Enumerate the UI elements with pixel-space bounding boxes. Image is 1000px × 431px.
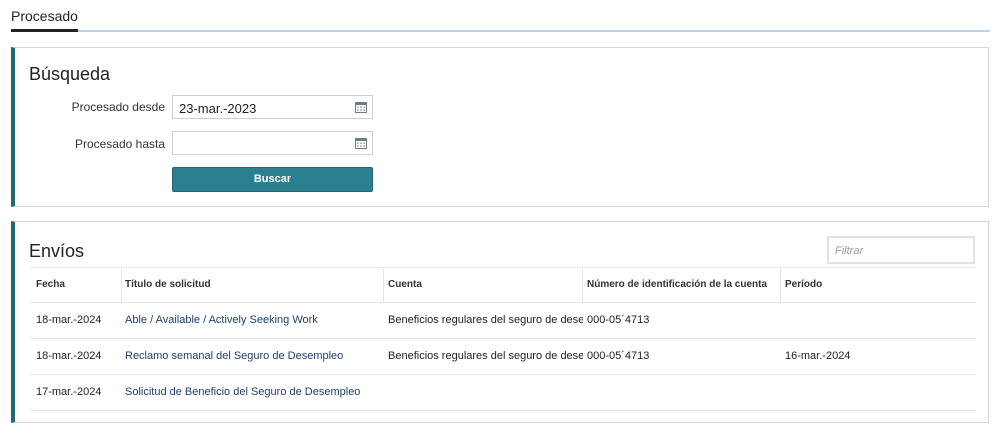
desde-date-value: 23-mar.-2023 <box>179 101 257 116</box>
cell-fecha: 18-mar.-2024 <box>36 314 102 326</box>
cell-fecha: 17-mar.-2024 <box>36 386 102 398</box>
calendar-icon[interactable] <box>355 101 367 113</box>
cell-fecha: 18-mar.-2024 <box>36 350 102 362</box>
tab-bar-divider <box>78 30 990 32</box>
search-panel-title: Búsqueda <box>29 64 111 84</box>
envios-panel: Envíos Filtrar Fecha Título de solicitud… <box>11 221 989 423</box>
column-header-titulo[interactable]: Título de solicitud <box>125 268 387 302</box>
cell-periodo: 16-mar.-2024 <box>785 350 851 362</box>
tab-bar: Procesado <box>0 0 1000 34</box>
cell-numero: 000-05´4713 <box>587 314 650 326</box>
search-panel: Búsqueda Procesado desde 23-mar.-2023 Pr… <box>11 47 989 207</box>
tab-active-indicator <box>11 29 78 32</box>
column-divider <box>383 268 384 302</box>
hasta-date-field[interactable] <box>172 131 373 155</box>
column-divider <box>121 268 122 302</box>
cell-numero: 000-05´4713 <box>587 350 650 362</box>
cell-cuenta: Beneficios regulares del seguro de dese <box>388 350 583 362</box>
cell-periodo <box>785 375 965 410</box>
cell-titulo-link[interactable]: Solicitud de Beneficio del Seguro de Des… <box>125 375 387 410</box>
cell-titulo-link[interactable]: Reclamo semanal del Seguro de Desempleo <box>125 339 387 374</box>
column-header-fecha[interactable]: Fecha <box>36 268 122 302</box>
desde-date-field[interactable]: 23-mar.-2023 <box>172 95 373 119</box>
filter-input[interactable]: Filtrar <box>827 236 975 264</box>
column-header-cuenta[interactable]: Cuenta <box>388 268 583 302</box>
column-divider <box>582 268 583 302</box>
table-header: Fecha Título de solicitud Cuenta Número … <box>30 267 976 303</box>
cell-titulo-link[interactable]: Able / Available / Actively Seeking Work <box>125 303 387 338</box>
cell-cuenta: Beneficios regulares del seguro de dese <box>388 314 583 326</box>
envios-panel-title: Envíos <box>29 241 85 261</box>
calendar-icon[interactable] <box>355 137 367 149</box>
cell-cuenta <box>388 375 583 410</box>
search-button[interactable]: Buscar <box>172 167 373 192</box>
cell-numero <box>587 375 782 410</box>
table-row[interactable]: 18-mar.-2024 Reclamo semanal del Seguro … <box>30 339 976 375</box>
column-header-periodo[interactable]: Período <box>785 268 965 302</box>
table-row[interactable]: 17-mar.-2024 Solicitud de Beneficio del … <box>30 375 976 411</box>
column-header-numero[interactable]: Número de identificación de la cuenta <box>587 268 782 302</box>
hasta-label: Procesado hasta <box>74 137 165 151</box>
cell-periodo <box>785 303 965 338</box>
table-row[interactable]: 18-mar.-2024 Able / Available / Actively… <box>30 303 976 339</box>
tab-procesado[interactable]: Procesado <box>11 8 78 24</box>
desde-label: Procesado desde <box>71 100 165 114</box>
envios-table: Fecha Título de solicitud Cuenta Número … <box>30 267 976 411</box>
column-divider <box>780 268 781 302</box>
